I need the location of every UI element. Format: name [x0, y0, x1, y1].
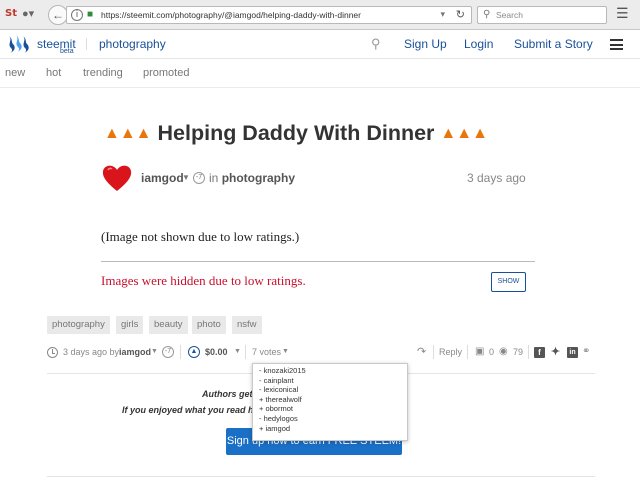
fire-icon: ▲▲▲: [440, 125, 488, 142]
reblog-icon[interactable]: ↷: [417, 345, 426, 358]
divider: [101, 261, 535, 262]
lock-icon: ■: [87, 9, 94, 20]
browser-menu-icon[interactable]: ☰: [616, 6, 629, 20]
chevron-down-icon[interactable]: ▼: [282, 348, 289, 355]
voter-item[interactable]: - cainplant: [259, 376, 401, 386]
post-title: ▲▲▲ Helping Daddy With Dinner ▲▲▲: [104, 121, 534, 146]
tag-photo[interactable]: photo: [192, 316, 226, 334]
url-bar[interactable]: i ■ https://steemit.com/photography/@iam…: [66, 6, 472, 24]
footer-time-by: 3 days ago by: [63, 347, 120, 357]
voter-item[interactable]: + obormot: [259, 404, 401, 414]
in-label: in: [209, 171, 219, 185]
reputation-badge: -7: [162, 346, 174, 358]
low-rating-warning: Images were hidden due to low ratings.: [101, 273, 306, 288]
section-title[interactable]: photography: [99, 37, 166, 51]
footer-author-link[interactable]: iamgod: [119, 347, 151, 357]
reply-link[interactable]: Reply: [439, 347, 462, 357]
voter-item[interactable]: - hedylogos: [259, 414, 401, 424]
search-placeholder: Search: [496, 10, 523, 20]
sign-up-link[interactable]: Sign Up: [404, 37, 447, 51]
image-hidden-note: (Image not shown due to low ratings.): [101, 229, 300, 244]
header-divider: [86, 38, 87, 50]
reputation-badge: -7: [193, 172, 205, 184]
linkedin-icon[interactable]: in: [567, 347, 578, 358]
voters-dropdown: - knozaki2015 - cainplant - lexiconical …: [252, 363, 408, 441]
identity-dropdown-icon[interactable]: ●▾: [22, 7, 34, 20]
back-button[interactable]: ←: [48, 5, 68, 25]
nav-hot[interactable]: hot: [46, 67, 61, 79]
divider: [47, 476, 595, 477]
voter-item[interactable]: + therealwolf: [259, 395, 401, 405]
author-avatar[interactable]: [101, 162, 133, 194]
info-icon[interactable]: i: [71, 9, 83, 21]
clock-icon: [47, 347, 58, 358]
chevron-down-icon[interactable]: ▼: [234, 348, 241, 355]
divider: [467, 345, 468, 359]
tag-beauty[interactable]: beauty: [149, 316, 188, 334]
payout-amount[interactable]: $0.00: [205, 347, 228, 357]
twitter-icon[interactable]: ✦: [550, 347, 561, 358]
nav-new[interactable]: new: [5, 67, 25, 79]
sort-nav: new hot trending promoted: [0, 60, 640, 88]
voter-item[interactable]: - lexiconical: [259, 385, 401, 395]
nav-trending[interactable]: trending: [83, 67, 123, 79]
search-icon[interactable]: ⚲: [371, 36, 381, 52]
comments-icon: ▣: [475, 346, 485, 357]
steemit-logo-icon[interactable]: [6, 34, 30, 54]
facebook-icon[interactable]: f: [534, 347, 545, 358]
chevron-down-icon[interactable]: ▾: [440, 9, 445, 20]
author-link[interactable]: iamgod: [141, 171, 184, 185]
browser-toolbar: St ●▾ ← i ■ https://steemit.com/photogra…: [0, 0, 640, 30]
divider: [245, 345, 246, 359]
reload-icon[interactable]: ↻: [456, 8, 465, 21]
link-icon[interactable]: ⚭: [582, 346, 590, 357]
category-line: in photography: [209, 171, 295, 185]
post-timestamp: 3 days ago: [467, 171, 526, 185]
divider: [433, 345, 434, 359]
tag-girls[interactable]: girls: [116, 316, 144, 334]
chevron-down-icon[interactable]: ▼: [182, 173, 190, 182]
browser-search-input[interactable]: ⚲ Search: [477, 6, 607, 24]
vote-count[interactable]: 7 votes: [252, 347, 281, 357]
tag-nsfw[interactable]: nsfw: [232, 316, 262, 334]
upvote-icon[interactable]: ▲: [188, 346, 200, 358]
fire-icon: ▲▲▲: [104, 125, 152, 142]
show-images-button[interactable]: SHOW: [491, 272, 526, 292]
tag-photography[interactable]: photography: [47, 316, 110, 334]
hamburger-menu-icon[interactable]: [610, 39, 623, 50]
login-link[interactable]: Login: [464, 37, 493, 51]
category-link[interactable]: photography: [222, 171, 295, 185]
voter-item[interactable]: - knozaki2015: [259, 366, 401, 376]
divider: [528, 345, 529, 359]
eye-icon: ◉: [499, 346, 508, 357]
chevron-down-icon[interactable]: ▼: [151, 348, 158, 355]
view-count: 79: [513, 347, 524, 357]
submit-story-link[interactable]: Submit a Story: [514, 37, 593, 51]
site-header: steemit beta photography ⚲ Sign Up Login…: [0, 30, 640, 59]
post-footer: 3 days ago by iamgod ▼ -7 ▲ $0.00 ▼ 7 vo…: [47, 345, 595, 361]
divider: [180, 345, 181, 359]
comment-count: 0: [489, 347, 495, 357]
brand-beta-label: beta: [60, 48, 74, 55]
site-favicon: St: [5, 8, 17, 19]
search-icon: ⚲: [483, 9, 491, 20]
nav-promoted[interactable]: promoted: [143, 67, 189, 79]
voter-item[interactable]: + iamgod: [259, 424, 401, 434]
url-text[interactable]: https://steemit.com/photography/@iamgod/…: [101, 10, 361, 20]
post-title-text: Helping Daddy With Dinner: [157, 121, 435, 145]
